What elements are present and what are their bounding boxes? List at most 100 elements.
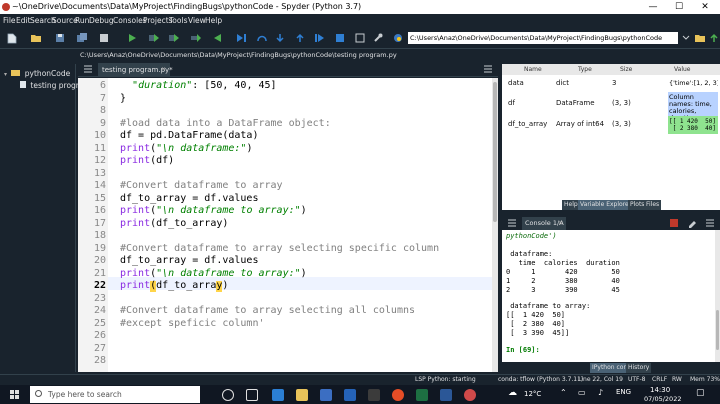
- clock-time[interactable]: 14:30: [650, 386, 670, 394]
- tab-history[interactable]: History: [626, 363, 652, 373]
- save-icon[interactable]: [54, 32, 66, 44]
- run-cell-icon[interactable]: [148, 32, 160, 44]
- parent-directory-icon[interactable]: [708, 32, 720, 44]
- variable-row[interactable]: df DataFrame (3, 3) Column names: time, …: [502, 92, 720, 116]
- volume-icon[interactable]: ♪: [598, 388, 603, 397]
- editor-scrollbar-thumb[interactable]: [493, 82, 497, 222]
- code-editor[interactable]: 6 7 8 9 10 11 12 13 14 15 16 17 18 19 20…: [78, 78, 498, 372]
- minimize-button[interactable]: —: [640, 0, 666, 14]
- menu-run[interactable]: Run: [75, 14, 89, 27]
- excel-icon[interactable]: [416, 389, 428, 401]
- editor-scrollbar[interactable]: [492, 78, 498, 372]
- header-value[interactable]: Value: [674, 66, 690, 73]
- mail-icon[interactable]: [344, 389, 356, 401]
- tab-testing-program[interactable]: testing program.py* ✕: [98, 63, 173, 77]
- rerun-icon[interactable]: [212, 32, 224, 44]
- menu-source[interactable]: Source: [52, 14, 78, 27]
- stop-debug-icon[interactable]: [334, 32, 346, 44]
- continue-icon[interactable]: [314, 32, 326, 44]
- word-icon[interactable]: [440, 389, 452, 401]
- code-line-9: #load data into a DataFrame object:: [120, 118, 331, 129]
- menu-edit[interactable]: Edit: [16, 14, 31, 27]
- menu-debug[interactable]: Debug: [89, 14, 114, 27]
- header-type[interactable]: Type: [578, 66, 592, 73]
- close-window-button[interactable]: ✕: [692, 0, 718, 14]
- builtin-print: print: [120, 205, 151, 216]
- tree-root-row[interactable]: ▾ pythonCode: [4, 69, 70, 78]
- task-view-icon[interactable]: [246, 389, 258, 401]
- menu-file[interactable]: File: [3, 14, 16, 27]
- conda-env-status[interactable]: conda: tflow (Python 3.7.11): [498, 375, 583, 385]
- spyder-window: ~\OneDrive\Documents\Data\MyProject\Find…: [0, 0, 720, 404]
- step-into-icon[interactable]: [274, 32, 286, 44]
- options-menu-icon[interactable]: [482, 63, 494, 75]
- working-directory-combo[interactable]: C:\Users\Anaz\OneDrive\Documents\Data\My…: [408, 32, 678, 44]
- edit-icon[interactable]: [686, 217, 698, 229]
- close-icon[interactable]: ✕: [558, 217, 563, 230]
- save-all-icon[interactable]: [76, 32, 88, 44]
- variable-row[interactable]: data dict 3 {'time':[1, 2, 3], ...: [502, 75, 720, 92]
- spyder-taskbar-icon[interactable]: [464, 389, 476, 401]
- browse-tabs-icon[interactable]: [82, 63, 94, 75]
- clock-date[interactable]: 07/05/2022: [644, 395, 681, 403]
- menu-view[interactable]: View: [188, 14, 206, 27]
- variable-row[interactable]: df_to_array Array of int64 (3, 3) [[ 1 4…: [502, 116, 720, 134]
- menu-tools[interactable]: Tools: [169, 14, 187, 27]
- network-icon[interactable]: ▭: [578, 388, 586, 397]
- debug-icon[interactable]: [236, 32, 248, 44]
- stop-icon[interactable]: [668, 217, 680, 229]
- tools-wrench-icon[interactable]: [372, 32, 384, 44]
- menu-consoles[interactable]: Consoles: [113, 14, 147, 27]
- new-file-icon[interactable]: [6, 32, 18, 44]
- preferences-icon[interactable]: [98, 32, 110, 44]
- weather-icon[interactable]: ☁: [508, 388, 517, 398]
- options-menu-icon[interactable]: [704, 217, 716, 229]
- run-selection-icon[interactable]: [190, 32, 202, 44]
- maximize-button[interactable]: ☐: [666, 0, 692, 14]
- line-number: 17: [93, 218, 106, 229]
- windows-start-icon[interactable]: [10, 390, 20, 400]
- lsp-status[interactable]: LSP Python: starting: [415, 375, 476, 385]
- edge-icon[interactable]: [272, 389, 284, 401]
- line-number-gutter: 6 7 8 9 10 11 12 13 14 15 16 17 18 19 20…: [78, 78, 108, 372]
- python-path-icon[interactable]: [392, 32, 404, 44]
- browser-icon[interactable]: [392, 389, 404, 401]
- language-icon[interactable]: ENG: [616, 388, 631, 396]
- tab-console-1[interactable]: Console 1/A ✕: [522, 217, 566, 230]
- builtin-print: print: [120, 155, 151, 166]
- header-name[interactable]: Name: [524, 66, 542, 73]
- run-file-icon[interactable]: [126, 32, 138, 44]
- chevron-up-icon[interactable]: ⌃: [560, 388, 567, 397]
- ipython-console[interactable]: pythonCode') dataframe: time calories du…: [502, 230, 720, 362]
- tab-files[interactable]: Files: [644, 200, 662, 210]
- browse-tabs-icon[interactable]: [506, 217, 518, 229]
- var-size: (3, 3): [612, 99, 631, 107]
- step-return-icon[interactable]: [294, 32, 306, 44]
- step-icon[interactable]: [256, 32, 268, 44]
- line-number: 19: [93, 243, 106, 254]
- open-file-icon[interactable]: [30, 32, 42, 44]
- temperature[interactable]: 12°C: [524, 390, 541, 398]
- tab-variable-explorer[interactable]: Variable Explorer: [578, 200, 634, 210]
- browse-folder-icon[interactable]: [694, 32, 706, 44]
- line-number: 12: [93, 155, 106, 166]
- cortana-icon[interactable]: [222, 389, 234, 401]
- code-text: : [50, 40, 45]: [192, 80, 277, 91]
- paren: ): [300, 268, 307, 279]
- file-explorer-icon[interactable]: [296, 389, 308, 401]
- maximize-pane-icon[interactable]: [354, 32, 366, 44]
- line-number: 6: [99, 80, 106, 91]
- tab-close-icon[interactable]: ✕: [161, 63, 166, 77]
- menu-help[interactable]: Help: [205, 14, 222, 27]
- chevron-down-icon[interactable]: [680, 32, 692, 44]
- console-scrollbar[interactable]: [715, 230, 720, 362]
- taskbar-search-box[interactable]: Type here to search: [30, 386, 200, 403]
- header-size[interactable]: Size: [620, 66, 632, 73]
- store-icon[interactable]: [320, 389, 332, 401]
- settings-icon[interactable]: [368, 389, 380, 401]
- notifications-icon[interactable]: ▢: [696, 388, 705, 398]
- run-cell-advance-icon[interactable]: [168, 32, 180, 44]
- console-scrollbar-thumb[interactable]: [716, 310, 719, 350]
- line-endings: CRLF: [652, 376, 668, 383]
- python-file-icon: [20, 81, 26, 88]
